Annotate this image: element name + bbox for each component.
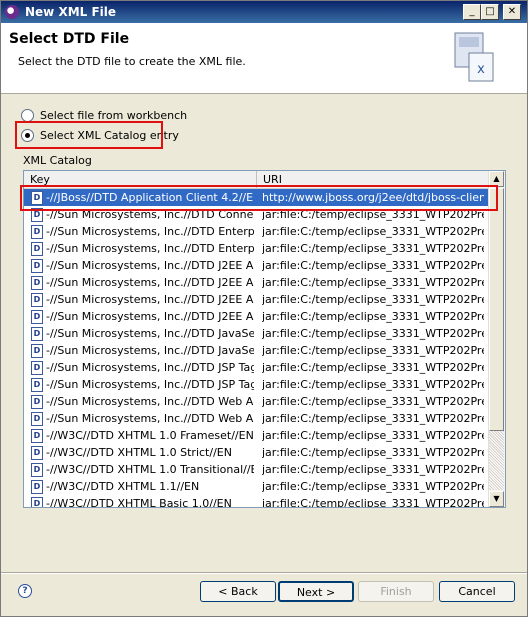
row-uri: jar:file:C:/temp/eclipse_3331_WTP202Pre/… — [262, 361, 484, 374]
table-row[interactable]: D -//W3C//DTD XHTML 1.1//EN jar:file:C:/te… — [24, 478, 489, 495]
row-key: -//Sun Microsystems, Inc.//DTD J2EE Ap… — [46, 276, 254, 289]
row-uri: jar:file:C:/temp/eclipse_3331_WTP202Pre/… — [262, 429, 484, 442]
svg-text:x: x — [477, 62, 485, 77]
next-button[interactable]: Next > — [278, 581, 354, 602]
dtd-file-icon: D — [31, 446, 43, 460]
row-uri: jar:file:C:/temp/eclipse_3331_WTP202Pre/… — [262, 344, 484, 357]
scrollbar-track[interactable] — [489, 431, 504, 490]
cancel-button[interactable]: Cancel — [439, 581, 515, 602]
dtd-file-icon: D — [31, 463, 43, 477]
dtd-file-icon: D — [31, 480, 43, 494]
dtd-file-icon: D — [31, 395, 43, 409]
row-uri: jar:file:C:/temp/eclipse_3331_WTP202Pre/… — [262, 276, 484, 289]
row-key: -//Sun Microsystems, Inc.//DTD Web Ap… — [46, 412, 254, 425]
dtd-file-icon: D — [31, 429, 43, 443]
help-icon[interactable]: ? — [18, 584, 32, 598]
dtd-file-icon: D — [31, 344, 43, 358]
wizard-header: Select DTD File Select the DTD file to c… — [1, 23, 527, 94]
row-uri: jar:file:C:/temp/eclipse_3331_WTP202Pre/… — [262, 497, 484, 508]
row-uri: jar:file:C:/temp/eclipse_3331_WTP202Pre/… — [262, 480, 484, 493]
row-uri: jar:file:C:/temp/eclipse_3331_WTP202Pre/… — [262, 412, 484, 425]
table-row[interactable]: D -//W3C//DTD XHTML 1.0 Transitional//EN j… — [24, 461, 489, 478]
row-key: -//Sun Microsystems, Inc.//DTD JSP Tag … — [46, 378, 254, 391]
radio-workbench-button[interactable] — [21, 108, 34, 122]
row-key: -//W3C//DTD XHTML 1.0 Strict//EN — [46, 446, 232, 459]
maximize-button[interactable]: □ — [481, 4, 499, 20]
row-uri: jar:file:C:/temp/eclipse_3331_WTP202Pre/… — [262, 463, 484, 476]
dtd-file-icon: D — [31, 497, 43, 507]
xml-file-icon: x — [454, 32, 494, 82]
table-row[interactable]: D -//Sun Microsystems, Inc.//DTD Enterpri… — [24, 223, 489, 240]
dtd-file-icon: D — [31, 412, 43, 426]
close-button[interactable]: ✕ — [503, 4, 521, 20]
page-description: Select the DTD file to create the XML fi… — [18, 55, 246, 68]
table-row[interactable]: D -//W3C//DTD XHTML Basic 1.0//EN jar:file… — [24, 495, 489, 508]
dtd-file-icon: D — [31, 259, 43, 273]
dtd-file-icon: D — [31, 242, 43, 256]
table-row[interactable]: D -//Sun Microsystems, Inc.//DTD JavaSer…… — [24, 325, 489, 342]
row-key: -//W3C//DTD XHTML 1.1//EN — [46, 480, 200, 493]
back-button[interactable]: < Back — [200, 581, 276, 602]
dtd-file-icon: D — [31, 276, 43, 290]
minimize-button[interactable]: _ — [463, 4, 481, 20]
finish-button[interactable]: Finish — [358, 581, 434, 602]
row-uri: jar:file:C:/temp/eclipse_3331_WTP202Pre/… — [262, 378, 484, 391]
dtd-file-icon: D — [31, 293, 43, 307]
dialog-window: New XML File _ □ ✕ Select DTD File Selec… — [0, 0, 528, 617]
table-row[interactable]: D -//Sun Microsystems, Inc.//DTD Web Ap… j… — [24, 393, 489, 410]
row-uri: jar:file:C:/temp/eclipse_3331_WTP202Pre/… — [262, 327, 484, 340]
scrollbar-thumb[interactable] — [489, 188, 504, 431]
table-row[interactable]: D -//W3C//DTD XHTML 1.0 Strict//EN jar:fil… — [24, 444, 489, 461]
row-uri: jar:file:C:/temp/eclipse_3331_WTP202Pre/… — [262, 259, 484, 272]
highlight-box-row — [20, 185, 498, 211]
table-row[interactable]: D -//Sun Microsystems, Inc.//DTD J2EE Ap…… — [24, 274, 489, 291]
dtd-file-icon: D — [31, 361, 43, 375]
row-key: -//Sun Microsystems, Inc.//DTD J2EE Ap… — [46, 259, 254, 272]
scroll-down-arrow-icon[interactable]: ▼ — [489, 491, 504, 507]
row-uri: jar:file:C:/temp/eclipse_3331_WTP202Pre/… — [262, 395, 484, 408]
row-key: -//Sun Microsystems, Inc.//DTD J2EE Ap… — [46, 293, 254, 306]
row-key: -//Sun Microsystems, Inc.//DTD JavaSer… — [46, 344, 254, 357]
table-body: D -//JBoss//DTD Application Client 4.2//E… — [24, 189, 489, 508]
highlight-box-radio — [15, 121, 163, 149]
dtd-file-icon: D — [31, 378, 43, 392]
row-uri: jar:file:C:/temp/eclipse_3331_WTP202Pre/… — [262, 242, 484, 255]
title-bar: New XML File _ □ ✕ — [1, 1, 527, 23]
row-uri: jar:file:C:/temp/eclipse_3331_WTP202Pre/… — [262, 446, 484, 459]
eclipse-icon — [5, 5, 19, 19]
row-key: -//Sun Microsystems, Inc.//DTD Web Ap… — [46, 395, 254, 408]
radio-workbench-label: Select file from workbench — [40, 108, 188, 122]
row-uri: jar:file:C:/temp/eclipse_3331_WTP202Pre/… — [262, 310, 484, 323]
table-row[interactable]: D -//Sun Microsystems, Inc.//DTD Web Ap… j… — [24, 410, 489, 427]
row-key: -//Sun Microsystems, Inc.//DTD Enterpri… — [46, 225, 254, 238]
row-key: -//Sun Microsystems, Inc.//DTD JSP Tag … — [46, 361, 254, 374]
row-key: -//Sun Microsystems, Inc.//DTD J2EE Ap… — [46, 310, 254, 323]
row-uri: jar:file:C:/temp/eclipse_3331_WTP202Pre/… — [262, 293, 484, 306]
page-title: Select DTD File — [9, 31, 130, 47]
row-uri: jar:file:C:/temp/eclipse_3331_WTP202Pre/… — [262, 225, 484, 238]
table-row[interactable]: D -//Sun Microsystems, Inc.//DTD J2EE Ap…… — [24, 257, 489, 274]
table-row[interactable]: D -//Sun Microsystems, Inc.//DTD JavaSer…… — [24, 342, 489, 359]
table-row[interactable]: D -//W3C//DTD XHTML 1.0 Frameset//EN jar:f… — [24, 427, 489, 444]
row-key: -//W3C//DTD XHTML 1.0 Transitional//EN — [46, 463, 254, 476]
table-row[interactable]: D -//Sun Microsystems, Inc.//DTD Enterpri… — [24, 240, 489, 257]
dtd-file-icon: D — [31, 310, 43, 324]
button-separator — [1, 572, 527, 574]
dtd-file-icon: D — [31, 327, 43, 341]
row-key: -//W3C//DTD XHTML 1.0 Frameset//EN — [46, 429, 254, 442]
vertical-scrollbar[interactable]: ▲ ▼ — [488, 171, 505, 507]
catalog-table[interactable]: Key URI D -//JBoss//DTD Application Clien… — [23, 170, 506, 508]
table-row[interactable]: D -//Sun Microsystems, Inc.//DTD J2EE Ap…… — [24, 291, 489, 308]
table-row[interactable]: D -//Sun Microsystems, Inc.//DTD JSP Tag … — [24, 359, 489, 376]
table-row[interactable]: D -//Sun Microsystems, Inc.//DTD J2EE Ap…… — [24, 308, 489, 325]
table-row[interactable]: D -//Sun Microsystems, Inc.//DTD JSP Tag … — [24, 376, 489, 393]
row-key: -//W3C//DTD XHTML Basic 1.0//EN — [46, 497, 232, 508]
xml-catalog-label: XML Catalog — [23, 154, 92, 167]
window-title: New XML File — [25, 5, 117, 19]
row-key: -//Sun Microsystems, Inc.//DTD JavaSer… — [46, 327, 254, 340]
row-key: -//Sun Microsystems, Inc.//DTD Enterpri… — [46, 242, 254, 255]
dtd-file-icon: D — [31, 225, 43, 239]
